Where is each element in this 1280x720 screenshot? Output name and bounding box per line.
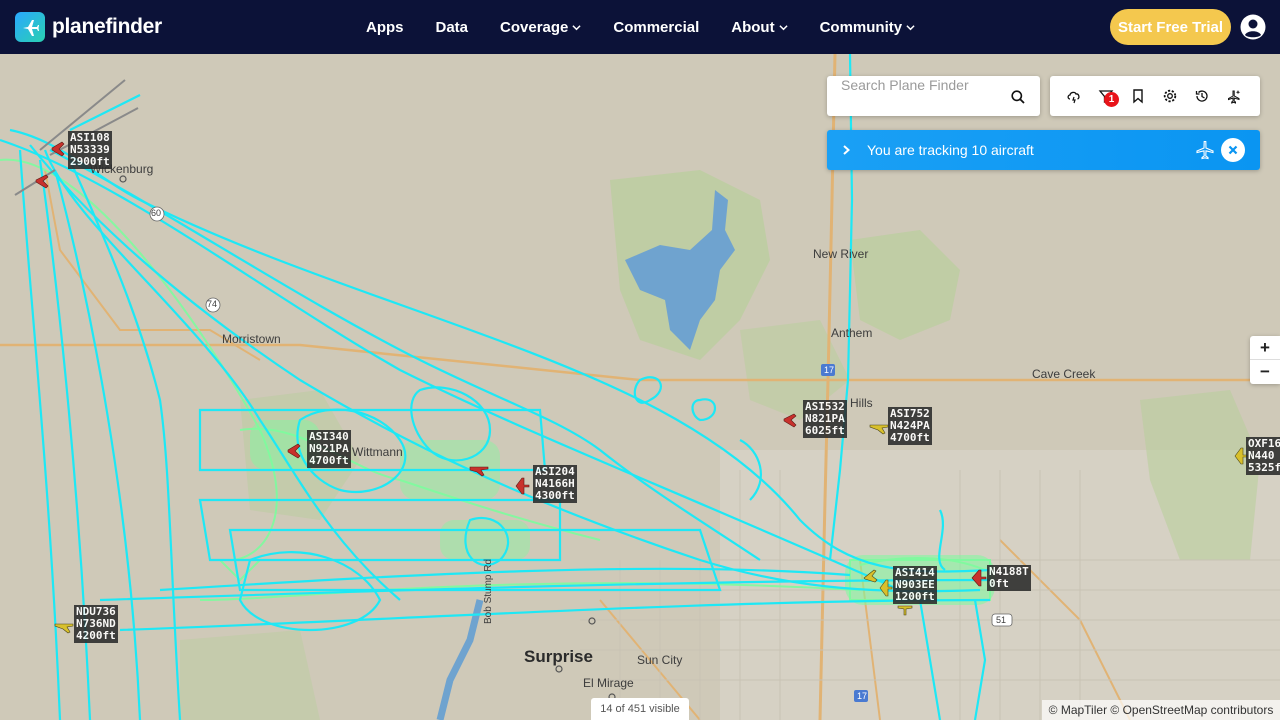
zoom-out-button[interactable]: −	[1250, 360, 1280, 384]
flight-mode-icon[interactable]	[1226, 88, 1242, 104]
aircraft-label-asi532[interactable]: ASI532 N821PA 6025ft	[803, 400, 847, 438]
search-icon[interactable]	[1011, 90, 1025, 104]
altitude: 4700ft	[890, 431, 930, 444]
nav-data-label: Data	[435, 18, 469, 36]
chevron-right-icon[interactable]	[841, 144, 851, 156]
plane-outline-icon	[1196, 140, 1214, 160]
zoom-in-button[interactable]: +	[1250, 336, 1280, 360]
altitude: 0ft	[989, 577, 1009, 590]
nav-apps-label: Apps	[366, 18, 404, 36]
zoom-control: + −	[1250, 336, 1280, 384]
place-wittmann: Wittmann	[352, 445, 403, 459]
aircraft-label-ndu736[interactable]: NDU736 N736ND 4200ft	[74, 605, 118, 643]
altitude: 5325f	[1248, 461, 1280, 474]
top-navbar: planefinder Apps Data Coverage Commercia…	[0, 0, 1280, 54]
highway-51-shield: 51	[996, 615, 1007, 625]
highway-17-shield-south: 17	[857, 691, 868, 701]
close-tracking-button[interactable]	[1221, 138, 1245, 162]
altitude: 4700ft	[309, 454, 349, 467]
highway-74-shield: 74	[207, 299, 218, 309]
place-el-mirage: El Mirage	[583, 676, 634, 690]
main-nav: Apps Data Coverage Commercial About Comm…	[350, 0, 931, 54]
nav-commercial[interactable]: Commercial	[597, 19, 715, 36]
nav-apps[interactable]: Apps	[350, 19, 420, 36]
nav-community[interactable]: Community	[804, 19, 932, 36]
aircraft-label-asi340[interactable]: ASI340 N921PA 4700ft	[307, 430, 351, 468]
aircraft-label-asi752[interactable]: ASI752 N424PA 4700ft	[888, 407, 932, 445]
plane-logo-icon	[15, 12, 45, 42]
nav-data[interactable]: Data	[420, 19, 485, 36]
nav-commercial-label: Commercial	[613, 18, 700, 36]
altitude: 1200ft	[895, 590, 935, 603]
nav-about-label: About	[731, 18, 775, 36]
aircraft-label-oxf[interactable]: OXF16 N440 5325f	[1246, 437, 1280, 475]
place-hills: Hills	[850, 396, 873, 410]
settings-icon[interactable]	[1162, 88, 1178, 104]
visible-aircraft-count: 14 of 451 visible	[591, 698, 689, 720]
place-new-river: New River	[813, 247, 869, 261]
altitude: 6025ft	[805, 424, 845, 437]
planefinder-logo[interactable]: planefinder	[15, 12, 162, 42]
weather-icon[interactable]	[1066, 88, 1082, 104]
search-box	[827, 76, 1040, 116]
highway-17-shield: 17	[824, 365, 835, 375]
bookmark-icon[interactable]	[1130, 88, 1146, 104]
nav-about[interactable]: About	[715, 19, 803, 36]
aircraft-label-n4188t[interactable]: N4188T 0ft	[987, 565, 1031, 591]
nav-coverage[interactable]: Coverage	[484, 19, 597, 36]
altitude: 4200ft	[76, 629, 116, 642]
tracking-banner[interactable]: You are tracking 10 aircraft	[827, 130, 1260, 170]
chevron-down-icon	[778, 24, 788, 30]
tracking-text: You are tracking 10 aircraft	[867, 142, 1034, 158]
place-sun-city: Sun City	[637, 653, 683, 667]
highway-60-shield: 60	[151, 208, 162, 218]
place-anthem: Anthem	[831, 326, 873, 340]
brand-name: planefinder	[52, 15, 162, 38]
nav-coverage-label: Coverage	[500, 18, 569, 36]
chevron-down-icon	[906, 24, 915, 30]
chevron-down-icon	[572, 24, 581, 30]
altitude: 4300ft	[535, 489, 575, 502]
place-cave-creek: Cave Creek	[1032, 367, 1096, 381]
altitude: 2900ft	[70, 155, 110, 168]
aircraft-label-asi108[interactable]: ASI108 N53339 2900ft	[68, 131, 112, 169]
place-surprise: Surprise	[524, 647, 593, 666]
road-bob-stump: Bob Stump Rd	[483, 558, 494, 624]
search-input[interactable]	[841, 76, 1011, 94]
close-icon	[1228, 145, 1238, 155]
start-free-trial-button[interactable]: Start Free Trial	[1110, 9, 1231, 45]
aircraft-label-asi204[interactable]: ASI204 N4166H 4300ft	[533, 465, 577, 503]
history-icon[interactable]	[1194, 88, 1210, 104]
aircraft-label-asi414[interactable]: ASI414 N903EE 1200ft	[893, 566, 937, 604]
nav-community-label: Community	[819, 18, 903, 36]
user-circle-icon[interactable]	[1240, 14, 1266, 40]
map-attribution[interactable]: © MapTiler © OpenStreetMap contributors	[1042, 700, 1280, 720]
filter-badge: 1	[1104, 92, 1119, 107]
place-morristown: Morristown	[222, 332, 281, 346]
